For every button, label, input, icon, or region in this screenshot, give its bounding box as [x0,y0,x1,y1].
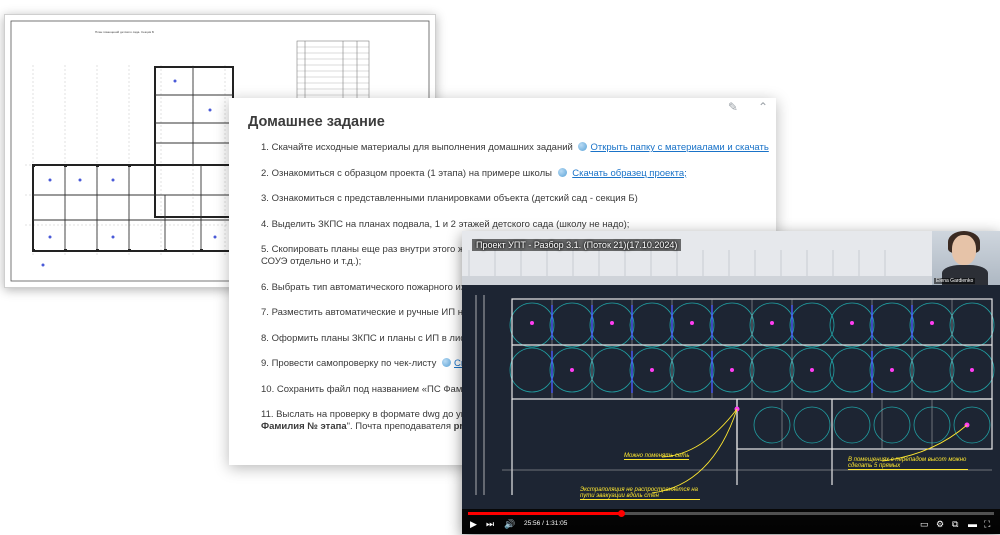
annotation: Можно поменять сеть [624,453,690,460]
drawing-tabs [462,276,1000,285]
volume-icon[interactable]: 🔊 [504,519,515,529]
video-player[interactable]: Elena Gardienko Проект УПТ - Разбор 3.1.… [462,231,1000,534]
collapse-icon[interactable]: ⌃ [758,100,768,114]
settings-icon[interactable]: ⚙ [936,519,944,529]
fullscreen-icon[interactable]: ⛶ [984,519,990,529]
presenter-name: Elena Gardienko [934,278,976,284]
list-item: 4. Выделить ЗКПС на планах подвала, 1 и … [261,218,630,230]
homework-title: Домашнее задание [248,114,385,130]
presenter-webcam: Elena Gardienko [932,231,1000,285]
folder-link-icon [557,167,567,177]
annotation: В помещениях с перепадом высот можно сде… [848,457,968,470]
card-actions: ✎ ⌃ [728,100,768,114]
theater-icon[interactable]: ▬ [968,519,977,529]
open-materials-link[interactable]: Открыть папку с материалами и скачать [590,142,768,153]
miniplayer-icon[interactable]: ⧉ [952,519,958,529]
folder-link-icon [578,142,588,151]
list-item: 2. Ознакомиться с образцом проекта (1 эт… [261,167,687,179]
player-controls: ▶ ⏭ 🔊 25:56 / 1:31:05 ▭ ⚙ ⧉ ▬ ⛶ [462,509,1000,534]
next-icon[interactable]: ⏭ [486,519,494,529]
progress-fill [468,512,621,515]
progress-knob[interactable] [617,510,625,517]
edit-icon[interactable]: ✎ [728,100,738,114]
download-sample-link[interactable]: Скачать образец проекта; [572,168,687,179]
time-readout: 25:56 / 1:31:05 [524,520,568,527]
subtitles-icon[interactable]: ▭ [920,519,929,529]
presenter-face [952,235,976,265]
video-title: Проект УПТ - Разбор 3.1. (Поток 21)(17.1… [472,239,682,251]
annotation: Экстраполяция не распространяется на пут… [580,487,700,500]
ribbon-tools [468,250,890,276]
play-icon[interactable]: ▶ [470,519,477,529]
cad-floor-plan [475,295,995,495]
list-item: 1. Скачайте исходные материалы для выпол… [261,142,769,153]
cad-drawing-area: Можно поменять сеть Экстраполяция не рас… [462,285,1000,509]
progress-bar[interactable] [468,510,994,517]
folder-link-icon [442,358,452,367]
list-item: 3. Ознакомиться с представленными планир… [261,193,638,204]
